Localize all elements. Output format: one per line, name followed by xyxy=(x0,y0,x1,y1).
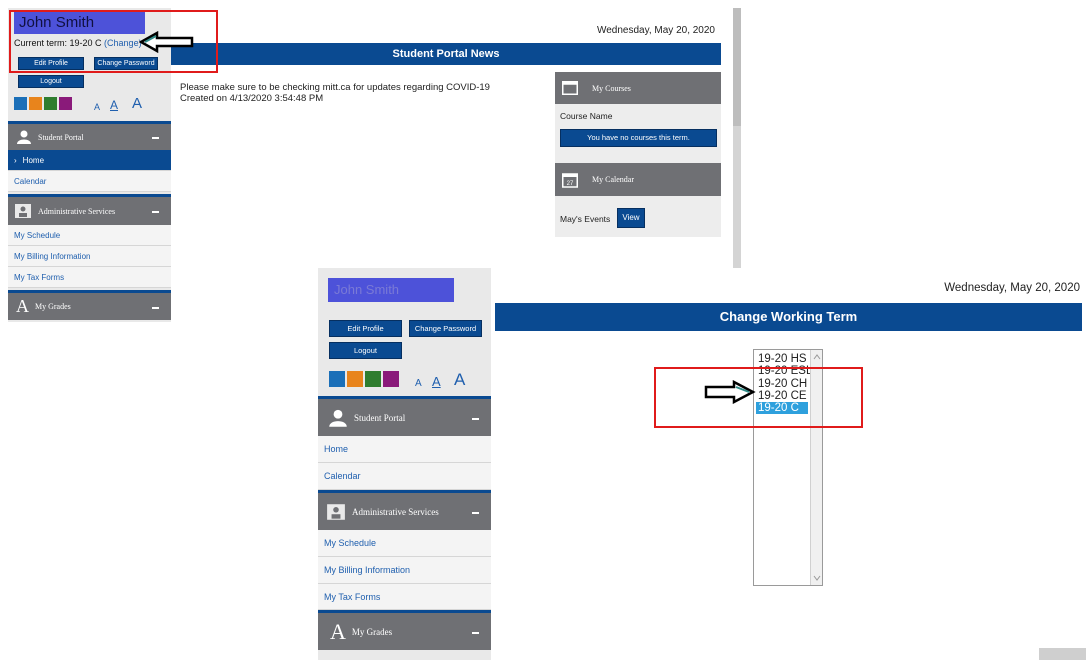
theme-swatch-purple[interactable] xyxy=(59,97,72,110)
nav-billing-label: My Billing Information xyxy=(14,251,91,261)
chevron-up-icon[interactable] xyxy=(813,354,821,360)
font-size-medium[interactable]: A xyxy=(110,98,118,112)
nav-calendar[interactable]: Calendar xyxy=(318,463,491,490)
main-scrollbar-thumb[interactable] xyxy=(733,8,741,126)
admin-services-section[interactable]: Administrative Services xyxy=(8,194,171,225)
news-title-bar: Student Portal News xyxy=(171,43,721,65)
nav-billing[interactable]: My Billing Information xyxy=(8,246,171,267)
arrow-icon xyxy=(704,380,756,404)
view-calendar-button[interactable]: View xyxy=(617,208,645,228)
collapse-icon[interactable] xyxy=(472,631,479,634)
nav-home-label: Home xyxy=(324,444,349,454)
collapse-icon[interactable] xyxy=(152,306,159,309)
no-courses-message: You have no courses this term. xyxy=(560,129,717,147)
theme-swatch-orange[interactable] xyxy=(29,97,42,110)
nav-tax-forms-label: My Tax Forms xyxy=(14,272,65,282)
news-created: Created on 4/13/2020 3:54:48 PM xyxy=(180,93,324,104)
theme-swatch-purple[interactable] xyxy=(383,371,399,387)
user-name: John Smith xyxy=(328,278,454,302)
my-calendar-header: 27 My Calendar xyxy=(555,163,721,196)
change-password-button[interactable]: Change Password xyxy=(409,320,482,337)
logout-button[interactable]: Logout xyxy=(329,342,402,359)
horizontal-scrollbar-thumb[interactable] xyxy=(1039,648,1086,660)
my-calendar-title: My Calendar xyxy=(592,175,634,184)
nav-tax-forms[interactable]: My Tax Forms xyxy=(318,584,491,610)
my-grades-section[interactable]: A My Grades xyxy=(8,290,171,320)
nav-my-schedule-label: My Schedule xyxy=(324,538,377,548)
nav-my-schedule[interactable]: My Schedule xyxy=(318,530,491,557)
person-icon xyxy=(17,130,31,144)
logout-button[interactable]: Logout xyxy=(18,75,84,88)
change-term-title-bar: Change Working Term xyxy=(495,303,1082,331)
nav-tax-forms-label: My Tax Forms xyxy=(324,591,381,602)
nav-calendar-label: Calendar xyxy=(324,471,361,481)
chevron-right-icon: › xyxy=(14,155,17,165)
student-portal-label: Student Portal xyxy=(38,132,84,142)
course-name-header: Course Name xyxy=(560,111,613,121)
theme-swatch-blue[interactable] xyxy=(329,371,345,387)
grades-icon: A xyxy=(16,296,29,316)
edit-profile-button[interactable]: Edit Profile xyxy=(329,320,402,337)
collapse-icon[interactable] xyxy=(472,417,479,420)
admin-services-label: Administrative Services xyxy=(352,506,439,517)
grades-icon: A xyxy=(330,618,346,644)
calendar-icon: 27 xyxy=(562,172,578,188)
date-display: Wednesday, May 20, 2020 xyxy=(944,282,1080,294)
student-portal-label: Student Portal xyxy=(354,412,406,423)
nav-tax-forms[interactable]: My Tax Forms xyxy=(8,267,171,288)
events-label: May's Events xyxy=(560,214,611,224)
main-content: Wednesday, May 20, 2020 Change Working T… xyxy=(491,268,1086,660)
student-portal-section[interactable]: Student Portal xyxy=(8,121,171,150)
theme-swatch-blue[interactable] xyxy=(14,97,27,110)
building-icon xyxy=(327,503,345,520)
font-size-medium[interactable]: A xyxy=(432,374,441,389)
nav-my-schedule[interactable]: My Schedule xyxy=(8,225,171,246)
nav-calendar-label: Calendar xyxy=(14,176,47,186)
news-message: Please make sure to be checking mitt.ca … xyxy=(180,82,490,93)
my-grades-label: My Grades xyxy=(351,626,393,637)
highlight-box xyxy=(654,367,863,428)
my-grades-label: My Grades xyxy=(35,302,71,311)
my-courses-header: My Courses xyxy=(555,72,721,104)
window-icon xyxy=(562,81,578,95)
theme-swatch-green[interactable] xyxy=(44,97,57,110)
font-size-large[interactable]: A xyxy=(454,370,465,390)
collapse-icon[interactable] xyxy=(472,511,479,514)
admin-services-section[interactable]: Administrative Services xyxy=(318,490,491,530)
date-display: Wednesday, May 20, 2020 xyxy=(596,25,715,36)
collapse-icon[interactable] xyxy=(152,137,159,139)
my-grades-section[interactable]: A My Grades xyxy=(318,610,491,650)
nav-home[interactable]: › Home xyxy=(8,150,171,171)
font-size-small[interactable]: A xyxy=(94,102,100,112)
term-option[interactable]: 19-20 HS xyxy=(756,353,808,365)
collapse-icon[interactable] xyxy=(152,211,159,213)
my-courses-title: My Courses xyxy=(592,83,631,93)
admin-services-label: Administrative Services xyxy=(38,206,116,216)
nav-billing[interactable]: My Billing Information xyxy=(318,557,491,584)
person-icon xyxy=(329,409,347,427)
theme-swatch-green[interactable] xyxy=(365,371,381,387)
nav-home-label: Home xyxy=(22,155,45,165)
font-size-large[interactable]: A xyxy=(132,95,142,112)
nav-billing-label: My Billing Information xyxy=(324,565,411,575)
nav-home[interactable]: Home xyxy=(318,436,491,463)
font-size-small[interactable]: A xyxy=(415,378,422,389)
theme-swatch-orange[interactable] xyxy=(347,371,363,387)
calendar-icon-day: 27 xyxy=(567,181,574,187)
nav-calendar[interactable]: Calendar xyxy=(8,171,171,192)
arrow-icon xyxy=(139,31,194,53)
nav-my-schedule-label: My Schedule xyxy=(14,230,61,240)
building-icon xyxy=(15,204,31,218)
right-panel: My Courses Course Name You have no cours… xyxy=(555,72,721,237)
chevron-down-icon[interactable] xyxy=(813,575,821,581)
student-portal-section[interactable]: Student Portal xyxy=(318,396,491,436)
change-term-screenshot: John Smith Edit Profile Change Password … xyxy=(318,268,1086,660)
sidebar: John Smith Edit Profile Change Password … xyxy=(318,268,491,660)
